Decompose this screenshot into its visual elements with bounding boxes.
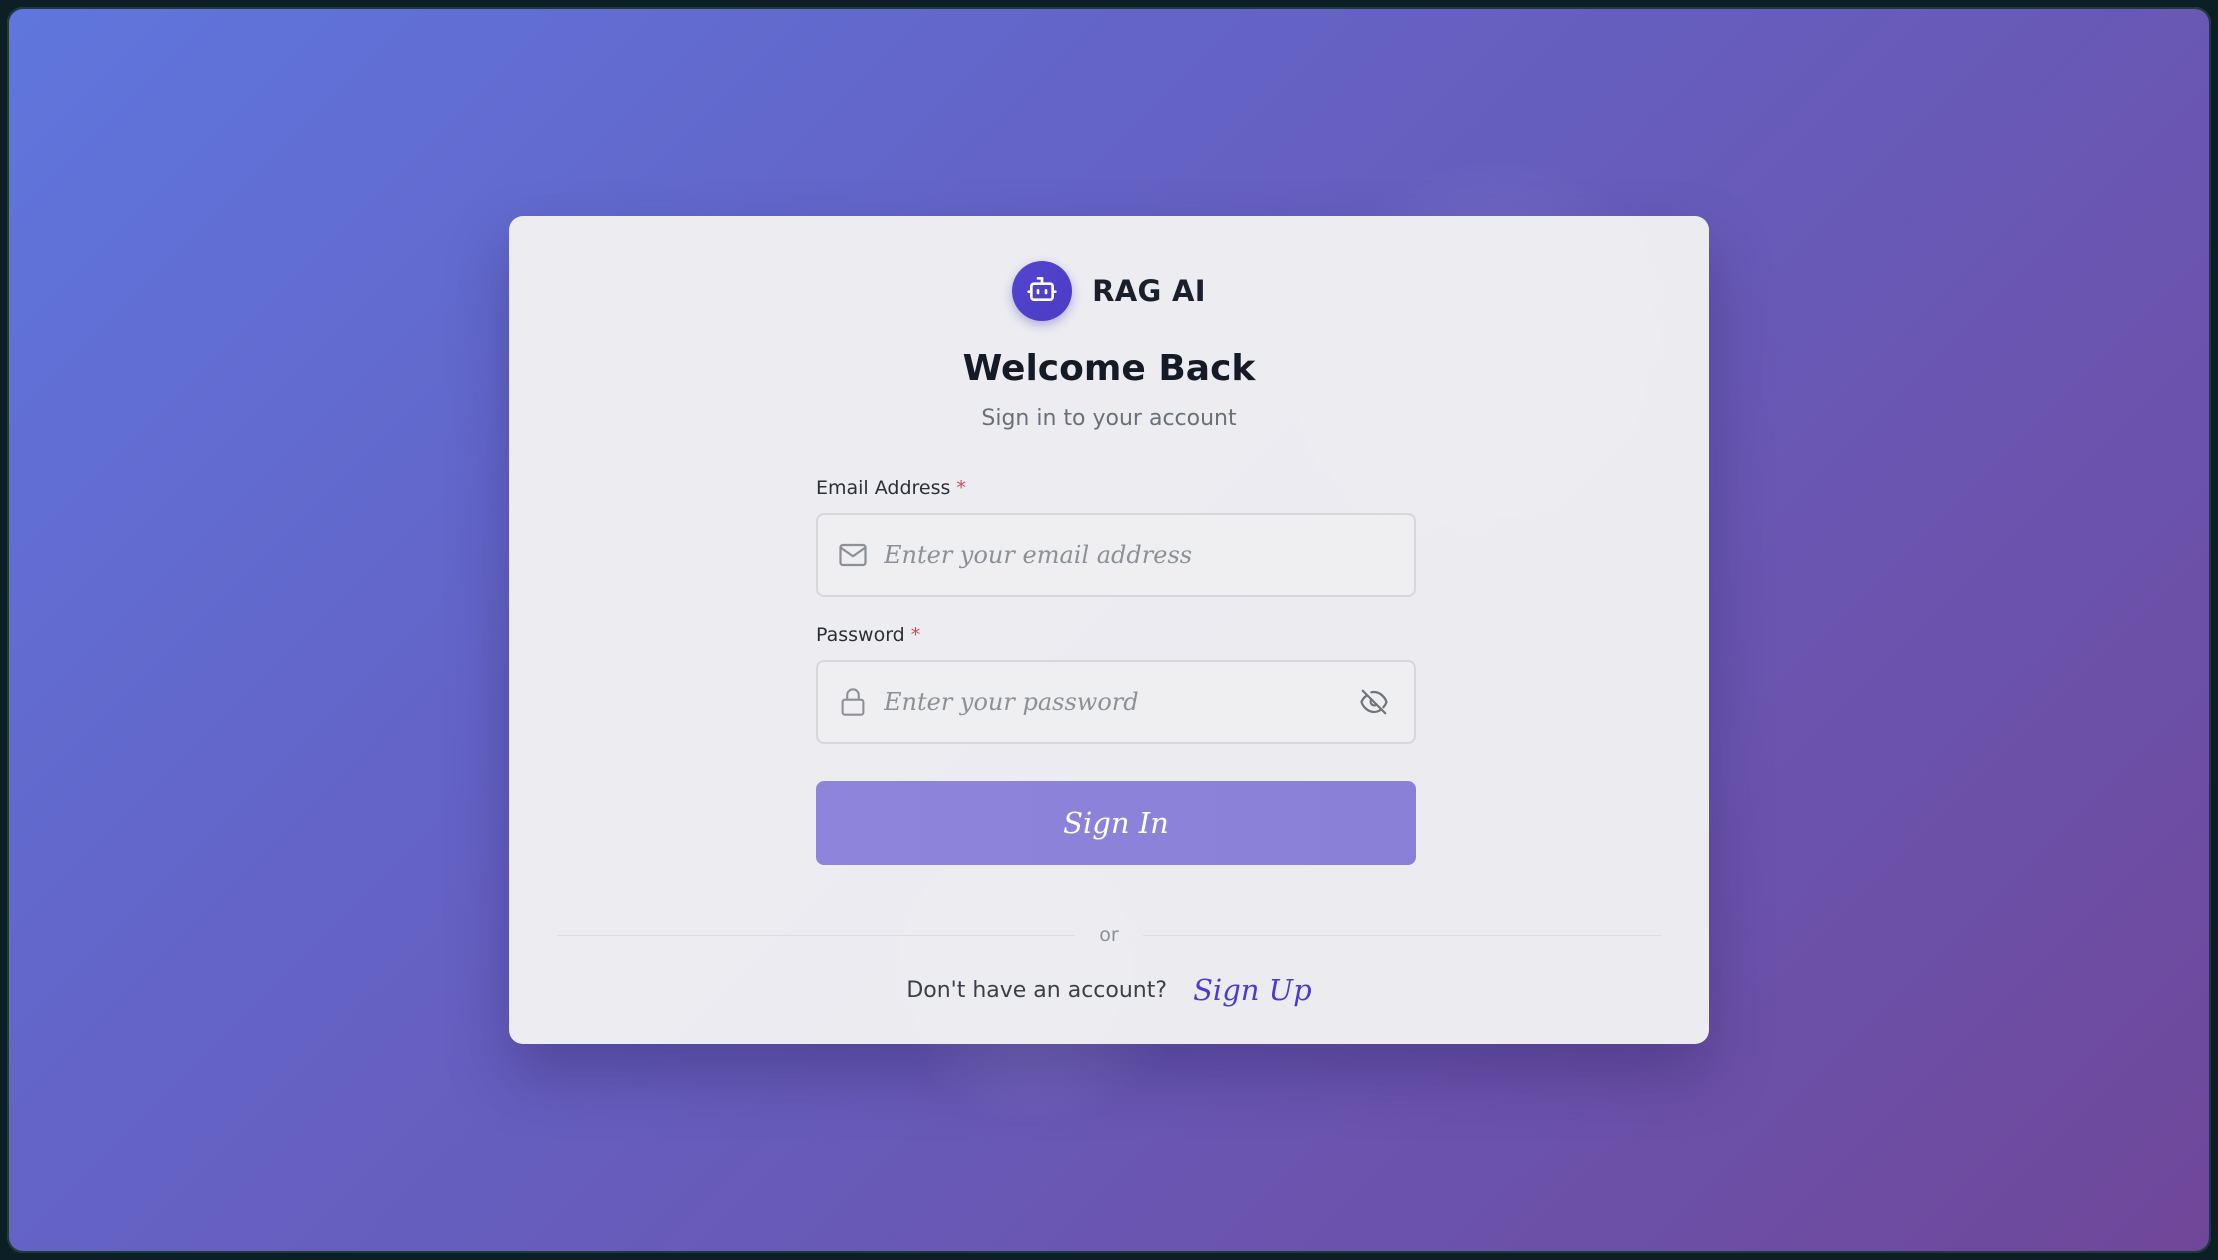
- sign-up-link[interactable]: Sign Up: [1193, 973, 1312, 1007]
- password-field: [816, 660, 1416, 744]
- robot-icon: [1026, 273, 1058, 309]
- password-input[interactable]: [882, 662, 1354, 742]
- required-marker: *: [910, 624, 921, 646]
- page-title: Welcome Back: [962, 348, 1256, 389]
- divider: or: [557, 920, 1661, 950]
- divider-text: or: [1099, 924, 1119, 946]
- page-subtitle: Sign in to your account: [981, 406, 1237, 431]
- divider-line: [557, 934, 1076, 936]
- signup-row: Don't have an account? Sign Up: [509, 973, 1709, 1007]
- login-card: RAG AI Welcome Back Sign in to your acco…: [509, 216, 1709, 1044]
- app-logo: [1012, 261, 1073, 321]
- mail-icon: [838, 540, 868, 570]
- divider-line: [1142, 934, 1661, 936]
- eye-off-icon[interactable]: [1354, 682, 1394, 722]
- password-label: Password *: [816, 624, 920, 646]
- required-marker: *: [956, 477, 966, 499]
- brand-header: RAG AI: [509, 260, 1709, 322]
- email-input[interactable]: [882, 515, 1414, 595]
- sign-in-button[interactable]: Sign In: [816, 781, 1416, 865]
- app-window: RAG AI Welcome Back Sign in to your acco…: [7, 7, 2211, 1253]
- brand-name: RAG AI: [1092, 274, 1206, 308]
- email-label-text: Email Address: [816, 477, 951, 499]
- email-label: Email Address *: [816, 477, 966, 499]
- password-label-text: Password: [816, 624, 905, 646]
- signup-prompt: Don't have an account?: [906, 977, 1168, 1003]
- email-field: [816, 513, 1416, 597]
- lock-icon: [838, 687, 868, 717]
